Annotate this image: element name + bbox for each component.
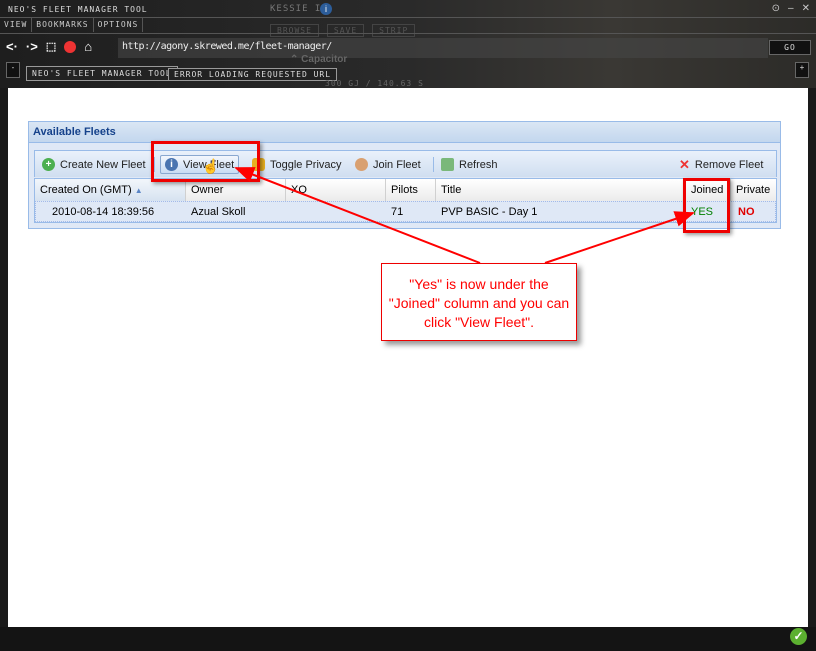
arrow-to-view-fleet bbox=[234, 167, 481, 264]
check-icon: ✓ bbox=[790, 628, 807, 645]
annotation-callout: "Yes" is now under the "Joined" column a… bbox=[381, 263, 577, 341]
status-bar: ✓ bbox=[0, 627, 816, 651]
arrow-to-joined bbox=[544, 211, 695, 264]
